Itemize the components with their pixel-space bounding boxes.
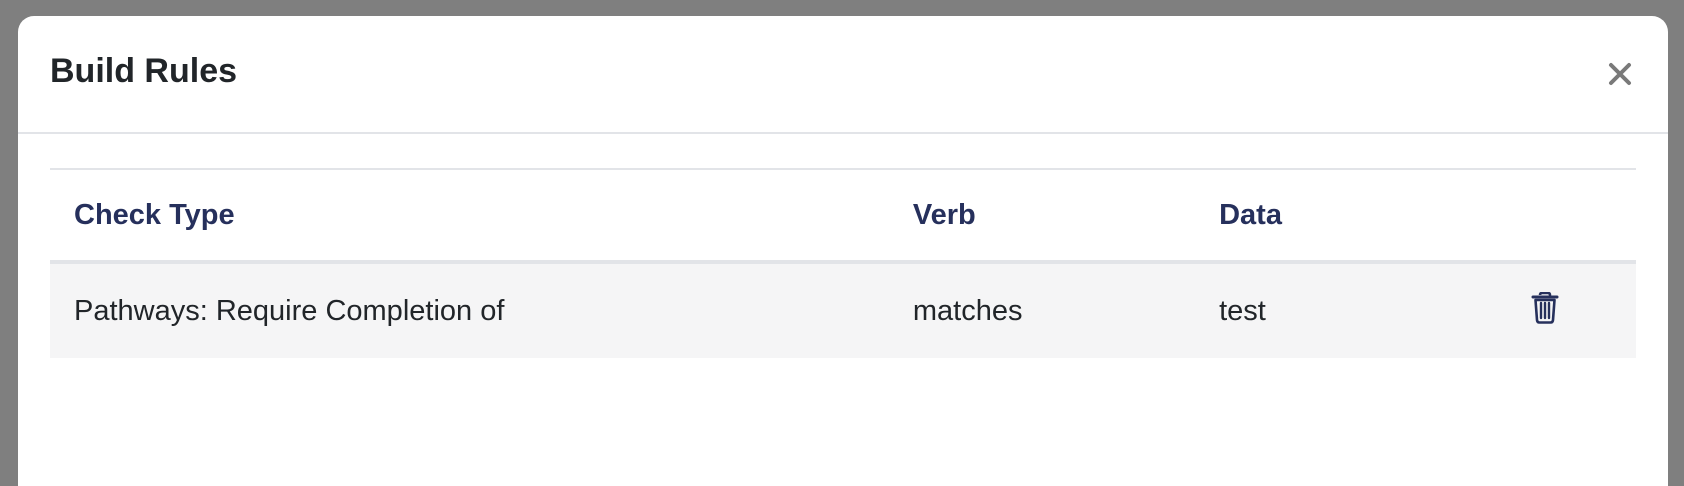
column-header-check-type: Check Type — [50, 169, 889, 264]
table-header-row: Check Type Verb Data — [50, 169, 1636, 264]
table-row: Pathways: Require Completion of matches … — [50, 262, 1636, 358]
build-rules-modal: Build Rules Check Type Verb Data Pathway… — [18, 16, 1668, 486]
modal-title: Build Rules — [50, 52, 238, 90]
close-button[interactable] — [1602, 56, 1638, 92]
rules-table: Check Type Verb Data Pathways: Require C… — [50, 168, 1636, 358]
cell-check-type: Pathways: Require Completion of — [50, 262, 889, 358]
delete-rule-button[interactable] — [1527, 290, 1563, 326]
modal-header: Build Rules — [18, 16, 1668, 134]
column-header-actions — [1491, 169, 1636, 264]
cell-actions — [1491, 262, 1636, 358]
cell-data: test — [1195, 262, 1492, 358]
close-icon — [1609, 63, 1631, 85]
trash-icon — [1531, 292, 1559, 324]
column-header-data: Data — [1195, 169, 1492, 264]
column-header-verb: Verb — [888, 169, 1196, 264]
cell-verb: matches — [888, 262, 1196, 358]
